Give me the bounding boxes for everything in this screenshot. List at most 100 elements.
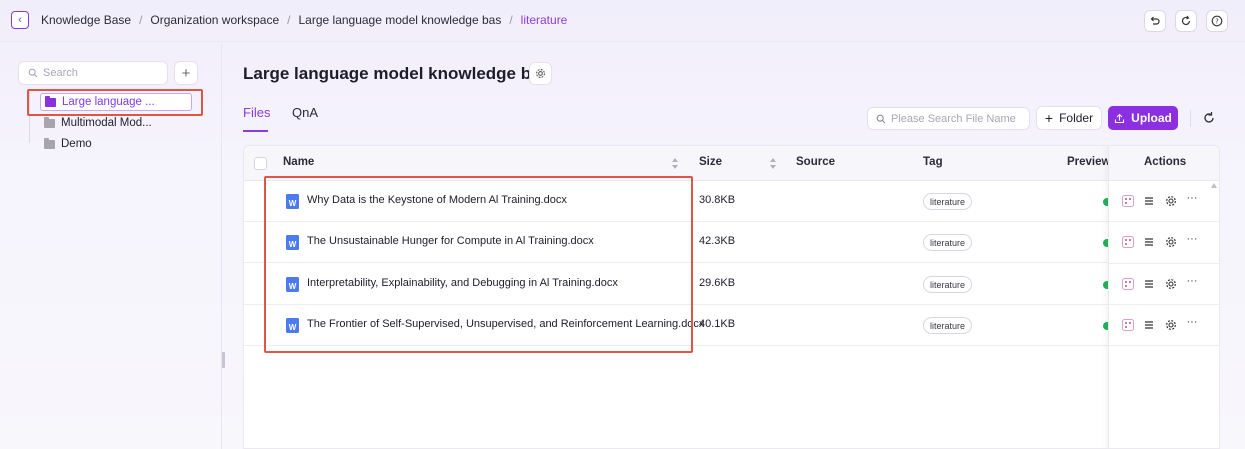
list-icon[interactable]	[1143, 236, 1155, 248]
undo-icon	[1150, 16, 1160, 25]
folder-icon	[44, 137, 55, 149]
select-all-checkbox[interactable]	[254, 157, 267, 170]
file-name[interactable]: The Unsustainable Hunger for Compute in …	[307, 235, 594, 247]
table-header: Name Size Source Tag Preview S	[244, 146, 1219, 181]
file-size: 30.8KB	[699, 194, 736, 206]
breadcrumb-separator: /	[287, 13, 291, 27]
undo-button[interactable]	[1144, 10, 1166, 32]
svg-text:?: ?	[1215, 18, 1219, 26]
breadcrumb-knowledge-base-name[interactable]: Large language model knowledge bas	[299, 13, 502, 27]
sidebar-item-demo[interactable]: Demo	[40, 135, 192, 153]
upload-icon	[1115, 113, 1125, 123]
word-doc-icon: W	[286, 235, 299, 250]
settings-button[interactable]	[529, 62, 552, 85]
qr-icon[interactable]	[1122, 278, 1134, 290]
column-header-actions: Actions	[1144, 156, 1187, 168]
back-icon: ‹	[18, 14, 22, 26]
list-icon[interactable]	[1143, 195, 1155, 207]
tab-files[interactable]: Files	[243, 105, 270, 120]
gear-icon	[536, 69, 545, 78]
scroll-up-arrow[interactable]	[1211, 183, 1217, 188]
table-row[interactable]: W The Unsustainable Hunger for Compute i…	[244, 222, 1210, 263]
toolbar-divider	[1190, 110, 1191, 127]
file-size: 40.1KB	[699, 318, 736, 330]
file-search-placeholder: Please Search File Name	[891, 112, 1016, 125]
back-button[interactable]: ‹	[11, 11, 29, 29]
word-doc-icon: W	[286, 277, 299, 292]
more-icon[interactable]: ···	[1186, 233, 1198, 245]
column-header-tag: Tag	[923, 156, 943, 168]
file-search-input[interactable]: Please Search File Name	[867, 107, 1030, 130]
column-header-name[interactable]: Name	[283, 156, 314, 168]
sidebar-item-label: Large language ...	[62, 96, 155, 108]
file-name[interactable]: The Frontier of Self-Supervised, Unsuper…	[307, 318, 704, 330]
sidebar-resize-handle[interactable]	[222, 352, 225, 368]
actions-cell: ···	[1109, 181, 1219, 222]
table-row[interactable]: W Interpretability, Explainability, and …	[244, 264, 1210, 305]
breadcrumb-separator: /	[509, 13, 513, 27]
plus-icon: +	[181, 64, 191, 82]
sidebar-item-label: Demo	[61, 138, 92, 150]
word-doc-icon: W	[286, 194, 299, 209]
search-icon	[876, 114, 886, 123]
breadcrumb-separator: /	[139, 13, 143, 27]
add-knowledge-base-button[interactable]: +	[174, 61, 198, 85]
tag-badge: literature	[923, 317, 973, 334]
tag-badge: literature	[923, 234, 973, 251]
upload-button-label: Upload	[1131, 111, 1172, 125]
table-row[interactable]: W Why Data is the Keystone of Modern Al …	[244, 181, 1210, 222]
tab-qna[interactable]: QnA	[292, 105, 318, 120]
qr-icon[interactable]	[1122, 236, 1134, 248]
file-size: 29.6KB	[699, 277, 736, 289]
word-doc-icon: W	[286, 318, 299, 333]
file-name[interactable]: Why Data is the Keystone of Modern Al Tr…	[307, 194, 567, 206]
list-icon[interactable]	[1143, 319, 1155, 331]
active-tab-indicator	[243, 130, 268, 132]
sort-size-icon[interactable]	[770, 158, 777, 169]
qr-icon[interactable]	[1122, 319, 1134, 331]
qr-icon[interactable]	[1122, 195, 1134, 207]
tree-line	[29, 91, 30, 143]
gear-icon[interactable]	[1165, 236, 1177, 248]
upload-button[interactable]: Upload	[1108, 106, 1178, 130]
sidebar-item-large-language[interactable]: Large language ...	[40, 93, 192, 111]
folder-icon	[45, 95, 56, 107]
actions-cell: ···	[1109, 305, 1219, 346]
new-folder-button[interactable]: + Folder	[1036, 106, 1102, 130]
actions-cell: ···	[1109, 222, 1219, 264]
tag-badge: literature	[923, 276, 973, 293]
breadcrumb-knowledge-base[interactable]: Knowledge Base	[41, 13, 131, 27]
top-actions: ?	[1144, 10, 1228, 32]
list-icon[interactable]	[1143, 278, 1155, 290]
more-icon[interactable]: ···	[1186, 275, 1198, 287]
sync-button[interactable]	[1175, 10, 1197, 32]
files-table: Name Size Source Tag Preview S W Why Dat…	[243, 145, 1220, 449]
help-button[interactable]: ?	[1206, 10, 1228, 32]
refresh-icon[interactable]	[1202, 111, 1216, 125]
search-icon	[28, 68, 38, 78]
actions-column: Actions ··· ··· ··· ···	[1108, 146, 1219, 448]
help-icon: ?	[1211, 15, 1223, 27]
folder-icon	[44, 116, 55, 128]
actions-header-cell: Actions	[1109, 146, 1219, 181]
gear-icon[interactable]	[1165, 278, 1177, 290]
actions-cell: ···	[1109, 264, 1219, 305]
more-icon[interactable]: ···	[1186, 316, 1198, 328]
tag-badge: literature	[923, 193, 973, 210]
column-header-source: Source	[796, 156, 835, 168]
plus-icon: +	[1044, 110, 1054, 126]
breadcrumb-current: literature	[520, 13, 568, 27]
breadcrumb-organization-workspace[interactable]: Organization workspace	[150, 13, 279, 27]
sidebar-item-multimodal[interactable]: Multimodal Mod...	[40, 114, 192, 132]
page-title: Large language model knowledge bas	[243, 64, 551, 83]
sidebar-search-input[interactable]: Search	[18, 61, 168, 85]
top-bar: ‹ Knowledge Base / Organization workspac…	[0, 0, 1245, 42]
column-header-size[interactable]: Size	[699, 156, 722, 168]
gear-icon[interactable]	[1165, 195, 1177, 207]
file-name[interactable]: Interpretability, Explainability, and De…	[307, 277, 618, 289]
table-row[interactable]: W The Frontier of Self-Supervised, Unsup…	[244, 305, 1210, 346]
sort-name-icon[interactable]	[672, 158, 679, 169]
sync-icon	[1181, 15, 1191, 26]
gear-icon[interactable]	[1165, 319, 1177, 331]
more-icon[interactable]: ···	[1186, 192, 1198, 204]
